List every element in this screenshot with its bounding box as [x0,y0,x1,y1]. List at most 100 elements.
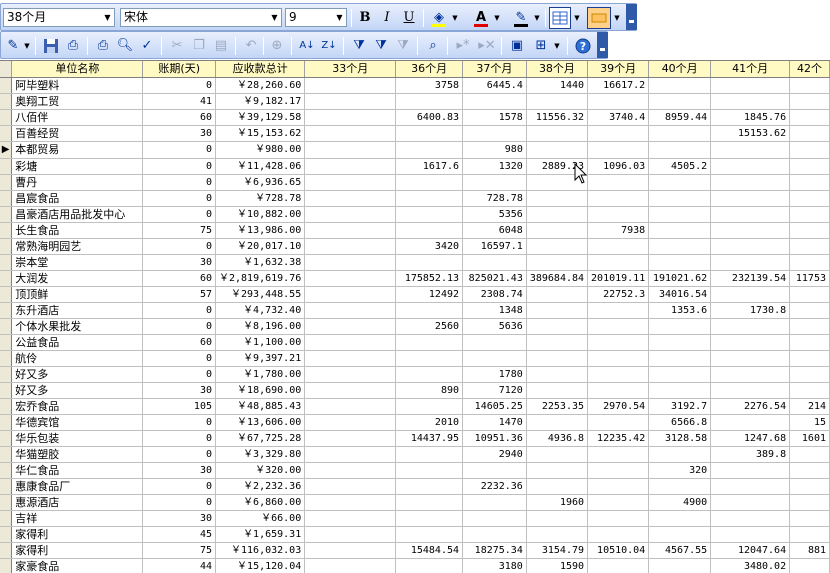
cell-company-name[interactable]: 曹丹 [11,174,144,191]
record-selector[interactable] [0,414,13,431]
cell-company-name[interactable]: 本都贸易 [11,141,144,159]
table-cell[interactable]: 8959.44 [648,109,712,126]
table-cell[interactable]: 0 [142,494,216,511]
undo-icon[interactable]: ↶ [241,36,261,56]
table-cell[interactable] [587,558,650,573]
table-cell[interactable]: 1780 [462,366,527,383]
table-cell[interactable]: 7120 [462,382,527,399]
table-cell[interactable] [648,350,712,367]
table-cell[interactable]: 12235.42 [587,430,650,447]
table-cell[interactable] [710,222,791,239]
table-cell[interactable]: ￥13,606.00 [215,414,306,431]
table-cell[interactable] [648,254,712,271]
cell-company-name[interactable]: 阿毕塑料 [11,77,144,94]
font-size-combo[interactable]: 9 ▼ [285,8,347,27]
object-combo[interactable]: 38个月 ▼ [3,8,115,27]
border-style-dropdown[interactable]: ▼ [613,8,621,28]
table-cell[interactable] [526,478,589,495]
cell-company-name[interactable]: 华德宾馆 [11,414,144,431]
table-cell[interactable]: 1730.8 [710,302,791,319]
record-selector[interactable] [0,222,13,239]
table-cell[interactable]: 0 [142,174,216,191]
table-cell[interactable]: 2970.54 [587,398,650,415]
hyperlink-icon[interactable]: ⊕ [267,36,287,56]
table-cell[interactable] [587,382,650,399]
table-cell[interactable] [710,254,791,271]
table-cell[interactable] [587,206,650,223]
table-cell[interactable] [710,206,791,223]
table-cell[interactable] [395,254,464,271]
table-cell[interactable] [587,302,650,319]
new-object-dropdown[interactable]: ▼ [553,36,561,56]
table-cell[interactable] [395,510,464,527]
record-selector[interactable] [0,446,13,463]
table-cell[interactable]: 7938 [587,222,650,239]
paste-icon[interactable]: ▤ [211,36,231,56]
table-cell[interactable] [648,510,712,527]
record-selector[interactable] [0,238,13,255]
table-cell[interactable] [395,334,464,351]
fill-color-dropdown[interactable]: ▼ [451,8,459,28]
record-selector[interactable] [0,382,13,399]
table-cell[interactable]: 4936.8 [526,430,589,447]
record-selector[interactable] [0,542,13,559]
table-cell[interactable] [587,190,650,207]
table-cell[interactable]: ￥1,659.31 [215,526,306,543]
table-cell[interactable] [710,382,791,399]
record-selector[interactable] [0,270,13,287]
filter-selection-icon[interactable]: ⧩ [349,36,369,56]
table-cell[interactable] [526,350,589,367]
record-selector[interactable] [0,558,13,573]
table-cell[interactable]: ￥9,397.21 [215,350,306,367]
new-object-icon[interactable]: ⊞ [531,36,551,56]
table-cell[interactable]: 0 [142,158,216,175]
table-cell[interactable]: 1353.6 [648,302,712,319]
table-cell[interactable]: ￥728.78 [215,190,306,207]
table-cell[interactable] [304,510,397,527]
table-cell[interactable]: 10951.36 [462,430,527,447]
cell-company-name[interactable]: 崇本堂 [11,254,144,271]
table-cell[interactable] [526,318,589,335]
column-header[interactable]: 应收款总计 [215,61,306,78]
table-row[interactable]: 阿毕塑料 0 ￥28,260.60 3758 6445.4 1440 16617.2 [0,77,830,94]
cell-company-name[interactable]: 个体水果批发 [11,318,144,335]
record-selector[interactable] [0,398,13,415]
table-cell[interactable] [304,77,397,94]
record-selector[interactable] [0,494,13,511]
table-cell[interactable] [526,190,589,207]
table-row[interactable]: 大润发 60 ￥2,819,619.76 175852.13 825021.43 3896… [0,270,830,287]
table-cell[interactable] [789,141,830,159]
record-selector[interactable] [0,77,13,94]
table-cell[interactable] [526,414,589,431]
table-cell[interactable]: ￥6,860.00 [215,494,306,511]
table-cell[interactable]: ￥116,032.03 [215,542,306,559]
table-cell[interactable]: 3128.58 [648,430,712,447]
cut-icon[interactable]: ✂ [167,36,187,56]
table-cell[interactable] [648,318,712,335]
table-cell[interactable] [526,302,589,319]
table-cell[interactable]: ￥3,329.80 [215,446,306,463]
table-cell[interactable]: 890 [395,382,464,399]
chevron-down-icon[interactable]: ▼ [268,9,281,26]
table-cell[interactable]: 30 [142,462,216,479]
record-selector[interactable] [0,430,13,447]
table-cell[interactable]: 1470 [462,414,527,431]
table-cell[interactable]: 0 [142,190,216,207]
table-cell[interactable]: 728.78 [462,190,527,207]
table-cell[interactable] [587,254,650,271]
table-cell[interactable] [648,526,712,543]
table-cell[interactable]: 30 [142,510,216,527]
table-cell[interactable] [304,414,397,431]
table-cell[interactable] [710,478,791,495]
table-cell[interactable]: 0 [142,77,216,94]
table-cell[interactable] [789,318,830,335]
cell-company-name[interactable]: 好又多 [11,382,144,399]
table-cell[interactable] [526,526,589,543]
table-cell[interactable]: ￥9,182.17 [215,93,306,110]
table-cell[interactable]: 0 [142,238,216,255]
table-cell[interactable] [526,254,589,271]
table-cell[interactable] [304,141,397,159]
record-selector[interactable] [0,190,13,207]
line-color-button[interactable]: ✎ [511,8,531,28]
table-cell[interactable] [789,222,830,239]
